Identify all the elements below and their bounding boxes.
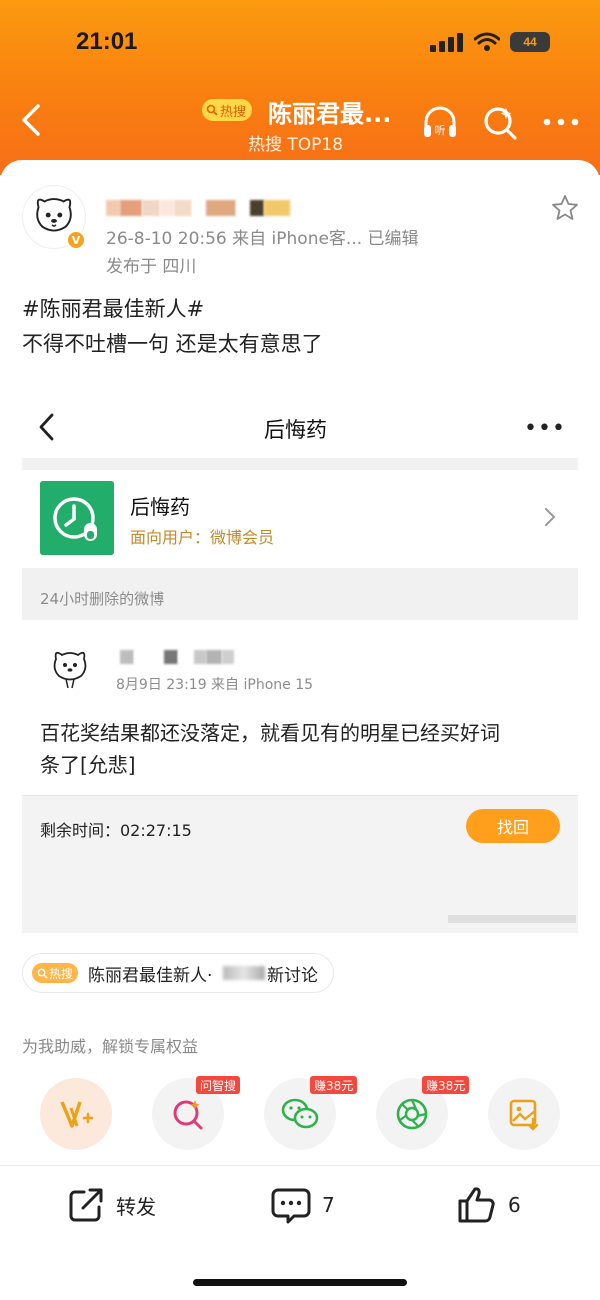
listen-label: 听 [435, 124, 446, 137]
moments-reward-badge: 赚38元 [422, 1076, 470, 1094]
comment-icon [271, 1188, 311, 1224]
embedded-avatar [53, 651, 87, 689]
embedded-remaining-time: 剩余时间：02:27:15 [40, 821, 192, 840]
topic-hot-badge: 热搜 [32, 963, 79, 983]
wechat-icon [281, 1098, 319, 1129]
verified-badge-icon: V [66, 230, 86, 250]
watermark-icon [448, 915, 576, 923]
support-prompt: 为我助威，解锁专属权益 [22, 1037, 199, 1056]
comment-count: 7 [322, 1193, 335, 1217]
listen-button[interactable]: 听 [420, 102, 460, 142]
username-redacted[interactable] [106, 200, 290, 216]
embedded-page-title: 后悔药 [264, 418, 327, 442]
ai-search-badge: 问智搜 [196, 1076, 241, 1094]
hot-topic-rank: 热搜 TOP18 [248, 135, 344, 155]
hot-topic-title[interactable]: 陈丽君最... [268, 94, 391, 129]
post-text: 不得不吐槽一句 还是太有意思了 [22, 332, 323, 356]
moments-aperture-icon [396, 1098, 428, 1130]
post-meta-location: 发布于 四川 [106, 257, 197, 277]
action-bar-divider [0, 1165, 600, 1166]
repost-button[interactable]: 转发 [66, 1183, 156, 1227]
headphones-icon: 听 [424, 106, 456, 137]
save-image-button[interactable] [488, 1078, 560, 1150]
more-menu-button[interactable] [541, 102, 581, 142]
hot-badge-label: 热搜 [220, 104, 247, 120]
ai-search-icon [484, 107, 517, 140]
topic-badge-label: 热搜 [49, 966, 74, 981]
more-dots-icon [543, 118, 579, 126]
signal-icon [430, 33, 463, 52]
ai-search-button[interactable] [480, 102, 520, 142]
post-meta-time-source: 26-8-10 20:56 来自 iPhone客... 已编辑 [106, 229, 419, 249]
image-download-icon [509, 1099, 539, 1131]
ai-search-icon [173, 1100, 203, 1130]
embedded-post-meta: 8月9日 23:19 来自 iPhone 15 [116, 677, 314, 693]
regret-medicine-app-icon [40, 481, 114, 555]
chevron-right-icon [545, 508, 556, 526]
embedded-recover-button: 找回 [466, 809, 560, 843]
embedded-section-label: 24小时删除的微博 [40, 590, 165, 608]
embedded-post-text-line2: 条了[允悲] [40, 753, 136, 777]
embedded-back-arrow-icon [39, 413, 54, 441]
embedded-post-text-line1: 百花奖结果都还没落定，就看见有的明星已经买好词 [40, 721, 500, 745]
search-icon [206, 104, 218, 116]
post-hashtag[interactable]: #陈丽君最佳新人# [22, 293, 204, 323]
vip-plus-icon [60, 1101, 94, 1128]
repost-label: 转发 [116, 1194, 156, 1219]
share-out-icon [69, 1188, 103, 1222]
topic-redacted [223, 966, 265, 980]
status-icons: 44 [430, 32, 550, 52]
vip-support-button[interactable] [40, 1078, 112, 1150]
comment-button[interactable]: 7 [270, 1183, 335, 1227]
favorite-star-icon[interactable] [550, 193, 580, 223]
embedded-app-name: 后悔药 [130, 495, 190, 519]
embedded-app-desc: 面向用户：微博会员 [130, 528, 275, 547]
wifi-icon [474, 32, 500, 51]
like-button[interactable]: 6 [456, 1183, 521, 1227]
wechat-reward-badge: 赚38元 [310, 1076, 358, 1094]
hot-search-badge: 热搜 [202, 99, 253, 121]
like-count: 6 [508, 1193, 521, 1217]
embedded-more-icon: ••• [524, 416, 566, 441]
embedded-divider [22, 458, 578, 470]
embedded-username-redacted [120, 650, 234, 664]
thumbs-up-icon [458, 1187, 495, 1223]
topic-text: 陈丽君最佳新人· [88, 966, 213, 986]
topic-suffix: 新讨论 [267, 966, 318, 986]
home-indicator[interactable] [193, 1279, 407, 1286]
search-icon [37, 968, 48, 979]
status-time: 21:01 [76, 28, 138, 55]
battery-indicator: 44 [510, 32, 550, 52]
back-arrow-icon[interactable] [14, 100, 50, 140]
